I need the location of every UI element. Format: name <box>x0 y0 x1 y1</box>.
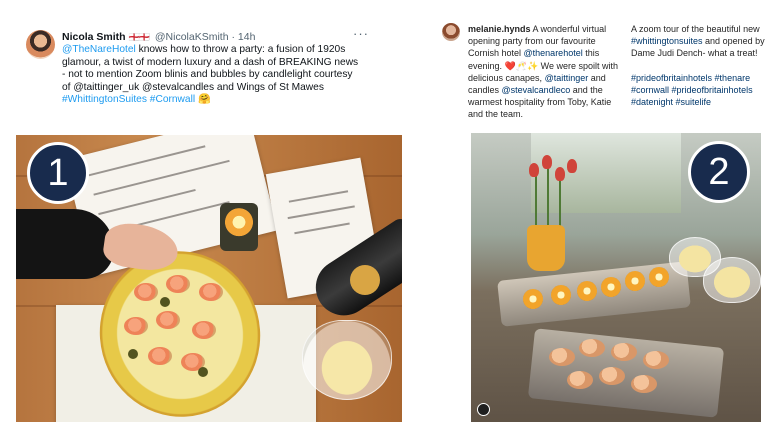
tweet-header: Nicola Smith 🏴󠁧󠁢󠁥󠁮󠁧󠁿🏴󠁧󠁢󠁥󠁮󠁧󠁿 @NicolaKSmit… <box>62 31 255 43</box>
wine-glass <box>703 257 761 303</box>
number-badge-1: 1 <box>27 142 89 204</box>
tweet-text: @TheNareHotel knows how to throw a party… <box>62 44 362 107</box>
hashtag-link[interactable]: #Cornwall <box>150 94 195 105</box>
bottle-label <box>350 265 380 295</box>
caption-column-2: A zoom tour of the beautiful new #whitti… <box>631 23 771 108</box>
separator-dot: · <box>231 31 235 43</box>
caption-paragraph: A zoom tour of the beautiful new #whitti… <box>631 23 771 60</box>
flower-jug <box>527 225 565 271</box>
number-badge-2: 2 <box>688 141 750 203</box>
instagram-username[interactable]: melanie.hynds <box>468 24 531 34</box>
tweet-author-name[interactable]: Nicola Smith <box>62 31 126 43</box>
mention-link[interactable]: @stevalcandleco <box>502 85 571 95</box>
canape-board <box>527 328 725 418</box>
instagram-icon[interactable] <box>477 403 490 416</box>
instagram-avatar[interactable] <box>442 23 460 41</box>
mention-link[interactable]: @taittinger <box>545 73 589 83</box>
hashtag-link[interactable]: #WhittingtonSuites <box>62 94 147 105</box>
mention-link[interactable]: @TheNareHotel <box>62 44 136 55</box>
hashtag-list[interactable]: #prideofbritainhotels #thenare #cornwall… <box>631 72 771 109</box>
hugging-emoji: 🤗 <box>197 94 211 106</box>
lace-sleeve <box>16 209 114 279</box>
more-options-icon[interactable]: ··· <box>353 26 369 41</box>
twitter-avatar[interactable] <box>26 30 55 59</box>
candle <box>220 203 258 251</box>
hashtag-link[interactable]: #whittingtonsuites <box>631 36 703 46</box>
caption-text: A zoom tour of the beautiful new <box>631 24 760 34</box>
champagne-glass <box>302 320 392 400</box>
tweet-timestamp[interactable]: 14h <box>238 31 256 43</box>
mention-link[interactable]: @thenarehotel <box>524 48 583 58</box>
england-flag-icon: 🏴󠁧󠁢󠁥󠁮󠁧󠁿🏴󠁧󠁢󠁥󠁮󠁧󠁿 <box>128 32 150 42</box>
caption-column-1: melanie.hynds A wonderful virtual openin… <box>468 23 624 121</box>
tweet-author-handle[interactable]: @NicolaKSmith <box>155 31 229 43</box>
window <box>531 133 681 213</box>
